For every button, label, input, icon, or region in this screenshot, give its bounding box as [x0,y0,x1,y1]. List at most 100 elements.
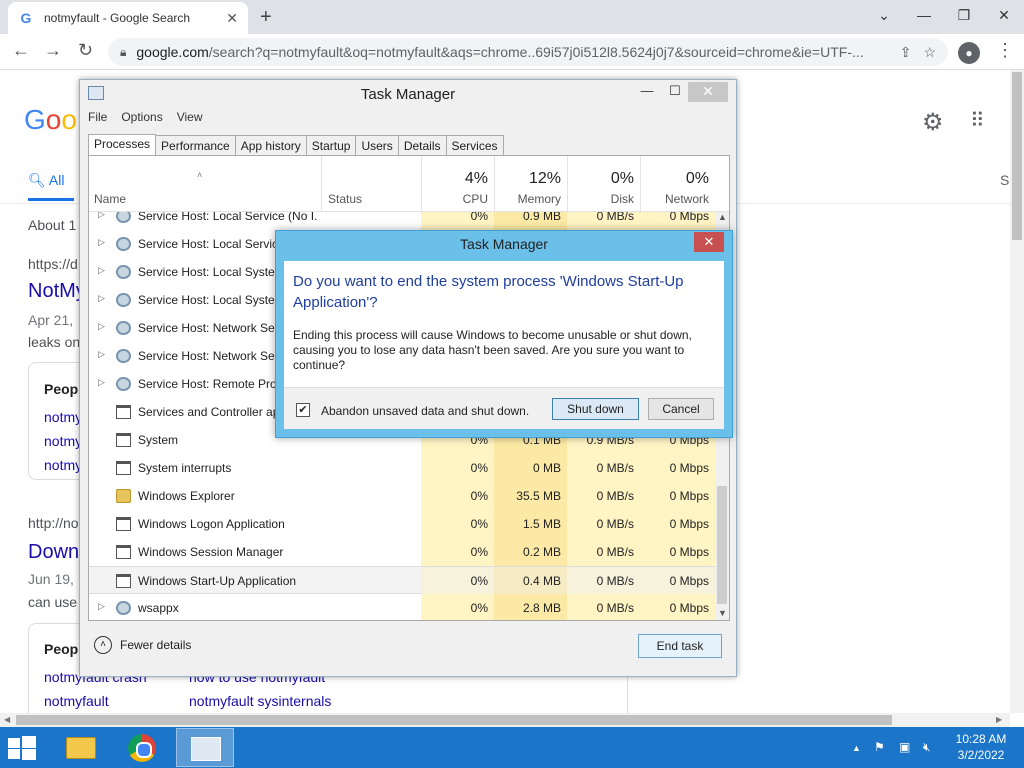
abandon-data-checkbox[interactable]: ✔ [296,403,310,417]
process-network: 0 Mbps [640,538,715,566]
expand-chevron-icon[interactable]: ▷ [98,377,105,388]
expand-chevron-icon[interactable]: ▷ [98,237,105,248]
browser-tab[interactable]: G notmyfault - Google Search ✕ [8,2,248,34]
expand-chevron-icon[interactable]: ▷ [98,265,105,276]
page-horizontal-scrollbar[interactable]: ◀ ▶ [0,713,1010,727]
maximize-button[interactable]: ☐ [660,82,690,102]
close-button[interactable]: ✕ [688,82,728,102]
search-tab-all[interactable]: 🔍︎ All [28,172,64,189]
forward-icon[interactable]: → [44,40,62,61]
column-header-memory[interactable]: 12% Memory [494,156,567,212]
expand-chevron-icon[interactable]: ▷ [98,212,105,220]
close-window-button[interactable]: ✕ [984,0,1024,34]
process-network: 0 Mbps [640,567,715,595]
reload-icon[interactable]: ↻ [78,40,93,61]
card2-link[interactable]: notmyfault sysinternals [189,693,331,709]
tab-processes[interactable]: Processes [88,134,157,156]
search-tab-truncated[interactable]: S [1000,172,1009,188]
column-header-cpu[interactable]: 4% CPU [421,156,494,212]
process-row[interactable]: ▷ wsappx 0% 2.8 MB 0 MB/s 0 Mbps [89,594,715,620]
column-header-status[interactable]: Status [328,192,362,206]
task-manager-titlebar[interactable]: Task Manager — ☐ ✕ [80,80,736,108]
process-row[interactable]: System interrupts 0% 0 MB 0 MB/s 0 Mbps [89,454,715,482]
windows-taskbar: ▲ ⚑ ▣ 🔇︎ 10:28 AM 3/2/2022 [0,727,1024,768]
tab-app-history[interactable]: App history [234,135,307,156]
dialog-message: Ending this process will cause Windows t… [293,328,692,372]
profile-avatar-icon[interactable]: ● [958,42,980,64]
google-apps-icon[interactable]: ⠿ [970,108,985,133]
menu-file[interactable]: File [88,110,107,124]
volume-muted-icon[interactable]: 🔇︎ [923,740,931,755]
expand-chevron-icon[interactable]: ▷ [98,293,105,304]
cancel-button[interactable]: Cancel [648,398,714,420]
expand-chevron-icon[interactable]: ▷ [98,601,105,612]
share-icon[interactable]: ⇪ [900,44,912,61]
tab-performance[interactable]: Performance [155,135,236,156]
google-logo[interactable]: Goo [24,104,77,136]
scroll-left-icon[interactable]: ◀ [4,713,10,727]
minimize-button[interactable]: — [632,82,662,102]
taskbar-file-explorer[interactable] [52,728,110,767]
start-button-icon[interactable] [8,736,36,760]
lock-icon[interactable]: 🔒︎ [120,45,126,60]
restore-button[interactable]: ❐ [944,0,984,34]
card2-link[interactable]: notmyfault [44,693,109,709]
process-row[interactable]: Windows Start-Up Application 0% 0.4 MB 0 MB… [89,566,715,595]
process-row[interactable]: Windows Session Manager 0% 0.2 MB 0 MB/s 0 M… [89,538,715,566]
column-header-network[interactable]: 0% Network [640,156,715,212]
tab-services[interactable]: Services [445,135,504,156]
expand-chevron-icon[interactable]: ▷ [98,321,105,332]
expand-chevron-icon[interactable]: ▷ [98,349,105,360]
taskbar-clock[interactable]: 10:28 AM 3/2/2022 [946,731,1016,763]
shut-down-button[interactable]: Shut down [552,398,639,420]
scroll-right-icon[interactable]: ▶ [996,713,1002,727]
tray-expand-icon[interactable]: ▲ [852,743,861,753]
process-row[interactable]: Windows Explorer 0% 35.5 MB 0 MB/s 0 Mbps [89,482,715,510]
end-task-button[interactable]: End task [638,634,722,658]
new-tab-button[interactable]: + [260,6,272,29]
scroll-thumb[interactable] [717,486,727,604]
card1-link[interactable]: notmy [44,433,82,449]
process-memory: 35.5 MB [494,482,567,510]
dialog-close-button[interactable]: ✕ [694,232,724,252]
process-row[interactable]: ▷ Service Host: Local Service (No I... 0% 0… [89,212,715,230]
chrome-icon [128,734,156,762]
column-header-disk[interactable]: 0% Disk [567,156,640,212]
settings-gear-icon[interactable]: ⚙ [922,108,944,137]
result2-title[interactable]: Down [28,541,79,564]
menu-options[interactable]: Options [121,110,162,124]
process-cpu: 0% [421,538,494,566]
menu-view[interactable]: View [177,110,203,124]
tab-users[interactable]: Users [355,135,399,156]
process-row[interactable]: Windows Logon Application 0% 1.5 MB 0 MB/s 0… [89,510,715,538]
tab-close-icon[interactable]: ✕ [226,10,238,27]
tab-details[interactable]: Details [397,135,447,156]
page-vertical-scrollbar[interactable] [1010,70,1024,713]
chrome-menu-icon[interactable]: ⋮ [996,40,1014,61]
action-center-flag-icon[interactable]: ⚑ [874,740,885,754]
tab-startup[interactable]: Startup [305,135,357,156]
tab-search-icon[interactable]: ⌄ [864,0,904,34]
service-gear-icon [116,377,131,391]
taskbar-chrome[interactable] [114,728,172,767]
back-icon[interactable]: ← [12,40,30,61]
network-icon[interactable]: ▣ [899,740,910,754]
scroll-thumb[interactable] [16,715,892,725]
card1-link[interactable]: notmy [44,457,82,473]
network-label: Network [664,192,709,206]
bookmark-star-icon[interactable]: ☆ [923,44,936,61]
result2-url[interactable]: http://no [28,515,79,531]
scroll-down-icon[interactable]: ▼ [718,608,727,618]
card1-link[interactable]: notmy [44,409,82,425]
abandon-data-label[interactable]: Abandon unsaved data and shut down. [321,404,529,418]
column-header-name[interactable]: Name [94,192,126,206]
url-text[interactable]: google.com/search?q=notmyfault&oq=notmyf… [136,44,887,60]
result1-url[interactable]: https://d [28,256,78,272]
taskbar-task-manager[interactable] [176,728,234,767]
fewer-details-button[interactable]: ˄ Fewer details [94,636,191,654]
address-bar[interactable]: 🔒︎ google.com/search?q=notmyfault&oq=not… [108,38,948,66]
result1-title[interactable]: NotMy [28,280,86,303]
scroll-thumb[interactable] [1012,72,1022,240]
scroll-up-icon[interactable]: ▲ [718,212,727,222]
minimize-button[interactable]: — [904,0,944,34]
